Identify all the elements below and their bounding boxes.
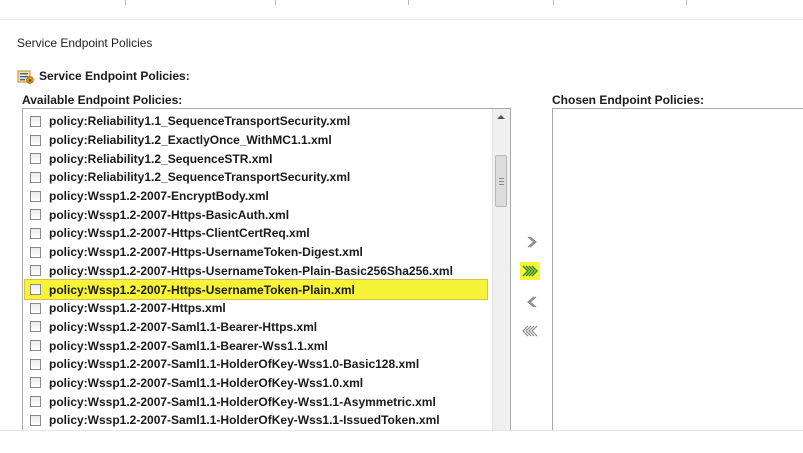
section-title: Service Endpoint Policies xyxy=(17,36,153,50)
list-item-label: policy:Wssp1.2-2007-Saml1.1-HolderOfKey-… xyxy=(49,394,436,409)
list-item-checkbox[interactable] xyxy=(30,209,41,221)
top-divider-tick xyxy=(125,0,126,5)
list-item-label: policy:Wssp1.2-2007-Https-UsernameToken-… xyxy=(49,245,363,260)
scroll-up-arrow-icon[interactable] xyxy=(497,115,505,119)
list-item[interactable]: policy:Wssp1.2-2007-Saml1.1-HolderOfKey-… xyxy=(23,392,489,411)
list-item-checkbox[interactable] xyxy=(30,246,41,258)
scrollbar-thumb[interactable] xyxy=(495,155,507,207)
chosen-policies-list[interactable] xyxy=(552,108,803,431)
list-item-checkbox[interactable] xyxy=(30,190,41,202)
list-item-label: policy:Reliability1.2_SequenceSTR.xml xyxy=(49,151,273,166)
vertical-scrollbar[interactable] xyxy=(492,109,510,431)
list-item[interactable]: policy:Reliability1.2_ExactlyOnce_WithMC… xyxy=(23,131,489,150)
list-item-checkbox[interactable] xyxy=(30,414,41,426)
double-chevron-left-icon xyxy=(522,325,538,337)
list-item-checkbox[interactable] xyxy=(30,227,41,239)
list-item-label: policy:Wssp1.2-2007-Https-UsernameToken-… xyxy=(49,263,453,278)
list-item[interactable]: policy:Reliability1.2_SequenceTransportS… xyxy=(23,168,489,187)
list-item-label: policy:Wssp1.2-2007-Saml1.1-Bearer-Wss1.… xyxy=(49,338,328,353)
list-item-label: policy:Wssp1.2-2007-Https-BasicAuth.xml xyxy=(49,207,290,222)
list-item-checkbox[interactable] xyxy=(30,302,41,314)
list-item-label: policy:Reliability1.2_ExactlyOnce_WithMC… xyxy=(49,133,332,148)
list-item-checkbox[interactable] xyxy=(30,265,41,277)
top-strip xyxy=(0,0,803,14)
chevron-left-icon xyxy=(527,296,537,308)
policy-lock-icon xyxy=(17,68,34,85)
list-item[interactable]: policy:Wssp1.2-2007-Saml1.1-Bearer-Wss1.… xyxy=(23,336,489,355)
list-item[interactable]: policy:Wssp1.2-2007-Https-ClientCertReq.… xyxy=(23,224,489,243)
chosen-policies-label: Chosen Endpoint Policies: xyxy=(552,93,705,107)
move-right-button[interactable] xyxy=(521,233,541,251)
top-divider-tick xyxy=(275,0,276,5)
top-divider-tick xyxy=(553,0,554,5)
available-policies-rows: policy:Reliability1.1_SequenceTransportS… xyxy=(23,112,489,430)
list-item-checkbox[interactable] xyxy=(30,396,41,408)
move-left-button[interactable] xyxy=(521,293,541,311)
list-item-checkbox[interactable] xyxy=(30,377,41,389)
list-item-label: policy:Reliability1.2_SequenceTransportS… xyxy=(49,170,351,185)
list-item-label: policy:Wssp1.2-2007-EncryptBody.xml xyxy=(49,189,269,204)
list-item-label: policy:Wssp1.2-2007-Https.xml xyxy=(49,301,226,316)
list-item[interactable]: policy:Wssp1.2-2007-Https.xml xyxy=(23,299,489,318)
top-divider-tick xyxy=(686,0,687,5)
list-item-checkbox[interactable] xyxy=(30,358,41,370)
available-policies-list[interactable]: policy:Reliability1.1_SequenceTransportS… xyxy=(22,108,511,431)
list-item[interactable]: policy:Wssp1.2-2007-Saml1.1-Bearer-Https… xyxy=(23,318,489,337)
list-item-checkbox[interactable] xyxy=(30,340,41,352)
list-item-checkbox[interactable] xyxy=(30,171,41,183)
chevron-right-icon xyxy=(527,236,537,248)
list-item-checkbox[interactable] xyxy=(30,321,41,333)
move-all-right-button[interactable] xyxy=(520,262,540,280)
list-item[interactable]: policy:Wssp1.2-2007-Saml1.1-HolderOfKey-… xyxy=(23,355,489,374)
list-item-checkbox[interactable] xyxy=(30,115,41,127)
available-policies-label: Available Endpoint Policies: xyxy=(22,93,183,107)
move-all-left-button[interactable] xyxy=(520,322,540,340)
group-header: Service Endpoint Policies: xyxy=(17,67,190,85)
list-item[interactable]: policy:Wssp1.2-2007-Https-BasicAuth.xml xyxy=(23,205,489,224)
list-item-checkbox[interactable] xyxy=(30,153,41,165)
group-header-label: Service Endpoint Policies: xyxy=(39,69,190,83)
scrollbar-grip xyxy=(499,181,504,182)
list-item-label: policy:Wssp1.2-2007-Saml1.1-Bearer-Https… xyxy=(49,319,318,334)
top-divider-tick xyxy=(408,0,409,5)
list-item[interactable]: policy:Reliability1.1_SequenceTransportS… xyxy=(23,112,489,131)
list-item[interactable]: policy:Reliability1.2_SequenceSTR.xml xyxy=(23,149,489,168)
list-item-label: policy:Wssp1.2-2007-Saml1.1-HolderOfKey-… xyxy=(49,413,440,428)
section-divider xyxy=(0,19,803,20)
list-item-checkbox[interactable] xyxy=(30,134,41,146)
list-item[interactable]: policy:Wssp1.2-2007-Saml1.1-HolderOfKey-… xyxy=(23,411,489,430)
double-chevron-right-icon xyxy=(522,265,538,277)
list-item-label: policy:Wssp1.2-2007-Https-UsernameToken-… xyxy=(49,282,355,297)
list-item[interactable]: policy:Wssp1.2-2007-Https-UsernameToken-… xyxy=(23,262,489,281)
bottom-divider xyxy=(0,430,803,431)
list-item-label: policy:Wssp1.2-2007-Https-ClientCertReq.… xyxy=(49,226,310,241)
list-item[interactable]: policy:Wssp1.2-2007-Saml1.1-HolderOfKey-… xyxy=(23,374,489,393)
list-item[interactable]: policy:Wssp1.2-2007-Https-UsernameToken-… xyxy=(23,243,489,262)
list-item-checkbox[interactable] xyxy=(30,284,41,296)
list-item-label: policy:Reliability1.1_SequenceTransportS… xyxy=(49,114,351,129)
list-item-label: policy:Wssp1.2-2007-Saml1.1-HolderOfKey-… xyxy=(49,375,364,390)
list-item[interactable]: policy:Wssp1.2-2007-Https-UsernameToken-… xyxy=(24,279,488,300)
list-item[interactable]: policy:Wssp1.2-2007-EncryptBody.xml xyxy=(23,187,489,206)
scrollbar-grip xyxy=(499,178,504,179)
list-item-label: policy:Wssp1.2-2007-Saml1.1-HolderOfKey-… xyxy=(49,357,420,372)
scrollbar-grip xyxy=(499,184,504,185)
